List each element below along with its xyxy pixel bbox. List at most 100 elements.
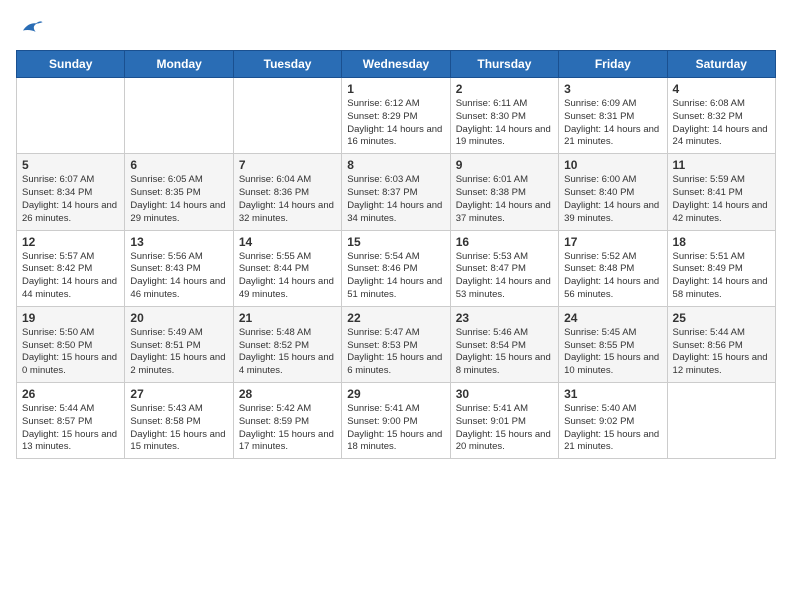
cell-content: Sunrise: 5:47 AMSunset: 8:53 PMDaylight:… bbox=[347, 327, 444, 378]
header-saturday: Saturday bbox=[667, 51, 775, 78]
calendar-cell: 21 Sunrise: 5:48 AMSunset: 8:52 PMDayligh… bbox=[233, 306, 341, 382]
cell-content: Sunrise: 6:00 AMSunset: 8:40 PMDaylight:… bbox=[564, 174, 661, 225]
cell-content: Sunrise: 5:52 AMSunset: 8:48 PMDaylight:… bbox=[564, 251, 661, 302]
cell-content: Sunrise: 5:59 AMSunset: 8:41 PMDaylight:… bbox=[673, 174, 770, 225]
calendar-cell: 28 Sunrise: 5:42 AMSunset: 8:59 PMDayligh… bbox=[233, 383, 341, 459]
calendar-cell: 15 Sunrise: 5:54 AMSunset: 8:46 PMDayligh… bbox=[342, 230, 450, 306]
cell-content: Sunrise: 5:57 AMSunset: 8:42 PMDaylight:… bbox=[22, 251, 119, 302]
day-number: 26 bbox=[22, 387, 119, 401]
calendar-week-row: 19 Sunrise: 5:50 AMSunset: 8:50 PMDayligh… bbox=[17, 306, 776, 382]
calendar-cell: 6Sunrise: 6:05 AMSunset: 8:35 PMDaylight… bbox=[125, 154, 233, 230]
calendar-cell: 11 Sunrise: 5:59 AMSunset: 8:41 PMDayligh… bbox=[667, 154, 775, 230]
logo bbox=[16, 16, 48, 38]
calendar-cell: 31 Sunrise: 5:40 AMSunset: 9:02 PMDayligh… bbox=[559, 383, 667, 459]
day-number: 18 bbox=[673, 235, 770, 249]
day-number: 8 bbox=[347, 158, 444, 172]
cell-content: Sunrise: 5:45 AMSunset: 8:55 PMDaylight:… bbox=[564, 327, 661, 378]
calendar-cell: 20Sunrise: 5:49 AMSunset: 8:51 PMDayligh… bbox=[125, 306, 233, 382]
calendar-cell: 13 Sunrise: 5:56 AMSunset: 8:43 PMDayligh… bbox=[125, 230, 233, 306]
cell-content: Sunrise: 5:53 AMSunset: 8:47 PMDaylight:… bbox=[456, 251, 553, 302]
calendar-cell: 7Sunrise: 6:04 AMSunset: 8:36 PMDaylight… bbox=[233, 154, 341, 230]
day-number: 23 bbox=[456, 311, 553, 325]
calendar-cell: 18 Sunrise: 5:51 AMSunset: 8:49 PMDayligh… bbox=[667, 230, 775, 306]
cell-content: Sunrise: 5:40 AMSunset: 9:02 PMDaylight:… bbox=[564, 403, 661, 454]
cell-content: Sunrise: 5:51 AMSunset: 8:49 PMDaylight:… bbox=[673, 251, 770, 302]
day-number: 16 bbox=[456, 235, 553, 249]
cell-content: Sunrise: 5:42 AMSunset: 8:59 PMDaylight:… bbox=[239, 403, 336, 454]
cell-content: Sunrise: 6:11 AMSunset: 8:30 PMDaylight:… bbox=[456, 98, 553, 149]
day-number: 24 bbox=[564, 311, 661, 325]
calendar-cell: 8 Sunrise: 6:03 AMSunset: 8:37 PMDaylight… bbox=[342, 154, 450, 230]
day-number: 28 bbox=[239, 387, 336, 401]
cell-content: Sunrise: 5:48 AMSunset: 8:52 PMDaylight:… bbox=[239, 327, 336, 378]
calendar-header-row: SundayMondayTuesdayWednesdayThursdayFrid… bbox=[17, 51, 776, 78]
calendar-cell: 27 Sunrise: 5:43 AMSunset: 8:58 PMDayligh… bbox=[125, 383, 233, 459]
day-number: 27 bbox=[130, 387, 227, 401]
cell-content: Sunrise: 5:41 AMSunset: 9:00 PMDaylight:… bbox=[347, 403, 444, 454]
day-number: 1 bbox=[347, 82, 444, 96]
calendar-cell: 24 Sunrise: 5:45 AMSunset: 8:55 PMDayligh… bbox=[559, 306, 667, 382]
header-friday: Friday bbox=[559, 51, 667, 78]
logo-bird-icon bbox=[16, 16, 44, 38]
cell-content: Sunrise: 5:41 AMSunset: 9:01 PMDaylight:… bbox=[456, 403, 553, 454]
calendar-cell bbox=[233, 78, 341, 154]
calendar-table: SundayMondayTuesdayWednesdayThursdayFrid… bbox=[16, 50, 776, 459]
cell-content: Sunrise: 6:04 AMSunset: 8:36 PMDaylight:… bbox=[239, 174, 336, 225]
cell-content: Sunrise: 6:08 AMSunset: 8:32 PMDaylight:… bbox=[673, 98, 770, 149]
cell-content: Sunrise: 6:07 AMSunset: 8:34 PMDaylight:… bbox=[22, 174, 119, 225]
calendar-week-row: 1 Sunrise: 6:12 AMSunset: 8:29 PMDaylight… bbox=[17, 78, 776, 154]
day-number: 31 bbox=[564, 387, 661, 401]
calendar-cell: 19 Sunrise: 5:50 AMSunset: 8:50 PMDayligh… bbox=[17, 306, 125, 382]
cell-content: Sunrise: 5:50 AMSunset: 8:50 PMDaylight:… bbox=[22, 327, 119, 378]
header-sunday: Sunday bbox=[17, 51, 125, 78]
cell-content: Sunrise: 5:46 AMSunset: 8:54 PMDaylight:… bbox=[456, 327, 553, 378]
calendar-cell bbox=[125, 78, 233, 154]
calendar-cell: 14Sunrise: 5:55 AMSunset: 8:44 PMDayligh… bbox=[233, 230, 341, 306]
calendar-cell: 16 Sunrise: 5:53 AMSunset: 8:47 PMDayligh… bbox=[450, 230, 558, 306]
calendar-cell: 10Sunrise: 6:00 AMSunset: 8:40 PMDayligh… bbox=[559, 154, 667, 230]
calendar-cell: 4 Sunrise: 6:08 AMSunset: 8:32 PMDaylight… bbox=[667, 78, 775, 154]
calendar-cell: 12 Sunrise: 5:57 AMSunset: 8:42 PMDayligh… bbox=[17, 230, 125, 306]
day-number: 12 bbox=[22, 235, 119, 249]
day-number: 21 bbox=[239, 311, 336, 325]
day-number: 22 bbox=[347, 311, 444, 325]
header-wednesday: Wednesday bbox=[342, 51, 450, 78]
cell-content: Sunrise: 6:09 AMSunset: 8:31 PMDaylight:… bbox=[564, 98, 661, 149]
day-number: 29 bbox=[347, 387, 444, 401]
day-number: 11 bbox=[673, 158, 770, 172]
day-number: 25 bbox=[673, 311, 770, 325]
cell-content: Sunrise: 5:44 AMSunset: 8:57 PMDaylight:… bbox=[22, 403, 119, 454]
cell-content: Sunrise: 6:12 AMSunset: 8:29 PMDaylight:… bbox=[347, 98, 444, 149]
page-header bbox=[16, 16, 776, 38]
calendar-cell: 22 Sunrise: 5:47 AMSunset: 8:53 PMDayligh… bbox=[342, 306, 450, 382]
cell-content: Sunrise: 5:43 AMSunset: 8:58 PMDaylight:… bbox=[130, 403, 227, 454]
day-number: 17 bbox=[564, 235, 661, 249]
calendar-cell: 5 Sunrise: 6:07 AMSunset: 8:34 PMDaylight… bbox=[17, 154, 125, 230]
header-monday: Monday bbox=[125, 51, 233, 78]
cell-content: Sunrise: 5:44 AMSunset: 8:56 PMDaylight:… bbox=[673, 327, 770, 378]
calendar-cell: 26 Sunrise: 5:44 AMSunset: 8:57 PMDayligh… bbox=[17, 383, 125, 459]
calendar-week-row: 12 Sunrise: 5:57 AMSunset: 8:42 PMDayligh… bbox=[17, 230, 776, 306]
calendar-cell: 30 Sunrise: 5:41 AMSunset: 9:01 PMDayligh… bbox=[450, 383, 558, 459]
cell-content: Sunrise: 6:03 AMSunset: 8:37 PMDaylight:… bbox=[347, 174, 444, 225]
calendar-cell: 29 Sunrise: 5:41 AMSunset: 9:00 PMDayligh… bbox=[342, 383, 450, 459]
day-number: 19 bbox=[22, 311, 119, 325]
header-tuesday: Tuesday bbox=[233, 51, 341, 78]
cell-content: Sunrise: 5:55 AMSunset: 8:44 PMDaylight:… bbox=[239, 251, 336, 302]
cell-content: Sunrise: 5:54 AMSunset: 8:46 PMDaylight:… bbox=[347, 251, 444, 302]
day-number: 2 bbox=[456, 82, 553, 96]
day-number: 30 bbox=[456, 387, 553, 401]
day-number: 13 bbox=[130, 235, 227, 249]
calendar-week-row: 5 Sunrise: 6:07 AMSunset: 8:34 PMDaylight… bbox=[17, 154, 776, 230]
day-number: 4 bbox=[673, 82, 770, 96]
calendar-cell: 23 Sunrise: 5:46 AMSunset: 8:54 PMDayligh… bbox=[450, 306, 558, 382]
header-thursday: Thursday bbox=[450, 51, 558, 78]
day-number: 15 bbox=[347, 235, 444, 249]
cell-content: Sunrise: 5:49 AMSunset: 8:51 PMDaylight:… bbox=[130, 327, 227, 378]
cell-content: Sunrise: 6:05 AMSunset: 8:35 PMDaylight:… bbox=[130, 174, 227, 225]
day-number: 3 bbox=[564, 82, 661, 96]
calendar-cell: 9Sunrise: 6:01 AMSunset: 8:38 PMDaylight… bbox=[450, 154, 558, 230]
day-number: 5 bbox=[22, 158, 119, 172]
calendar-cell bbox=[17, 78, 125, 154]
cell-content: Sunrise: 5:56 AMSunset: 8:43 PMDaylight:… bbox=[130, 251, 227, 302]
